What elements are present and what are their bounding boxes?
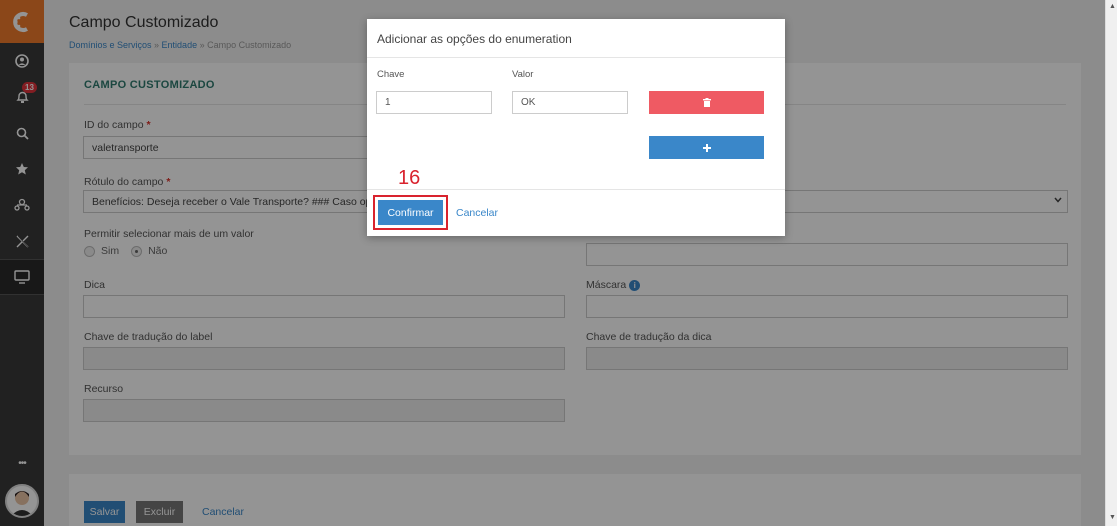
trash-icon — [702, 98, 711, 107]
value-label: Valor — [512, 69, 534, 80]
plus-icon — [702, 143, 711, 152]
modal-title: Adicionar as opções do enumeration — [377, 32, 572, 46]
scrollbar[interactable]: ▲ ▼ — [1105, 0, 1117, 526]
modal-divider — [367, 57, 785, 58]
confirm-button[interactable]: Confirmar — [378, 200, 443, 225]
scroll-up-icon[interactable]: ▲ — [1109, 3, 1116, 10]
add-option-button[interactable] — [649, 136, 764, 159]
key-input[interactable]: 1 — [376, 91, 492, 114]
scroll-down-icon[interactable]: ▼ — [1109, 514, 1116, 521]
modal-cancel-link[interactable]: Cancelar — [456, 207, 498, 219]
modal-footer-divider — [367, 189, 785, 190]
value-input[interactable]: OK — [512, 91, 628, 114]
enumeration-modal: Adicionar as opções do enumeration Chave… — [367, 19, 785, 236]
delete-option-button[interactable] — [649, 91, 764, 114]
step-number-annotation: 16 — [398, 167, 421, 189]
confirm-highlight: Confirmar — [373, 195, 448, 230]
key-label: Chave — [377, 69, 405, 80]
